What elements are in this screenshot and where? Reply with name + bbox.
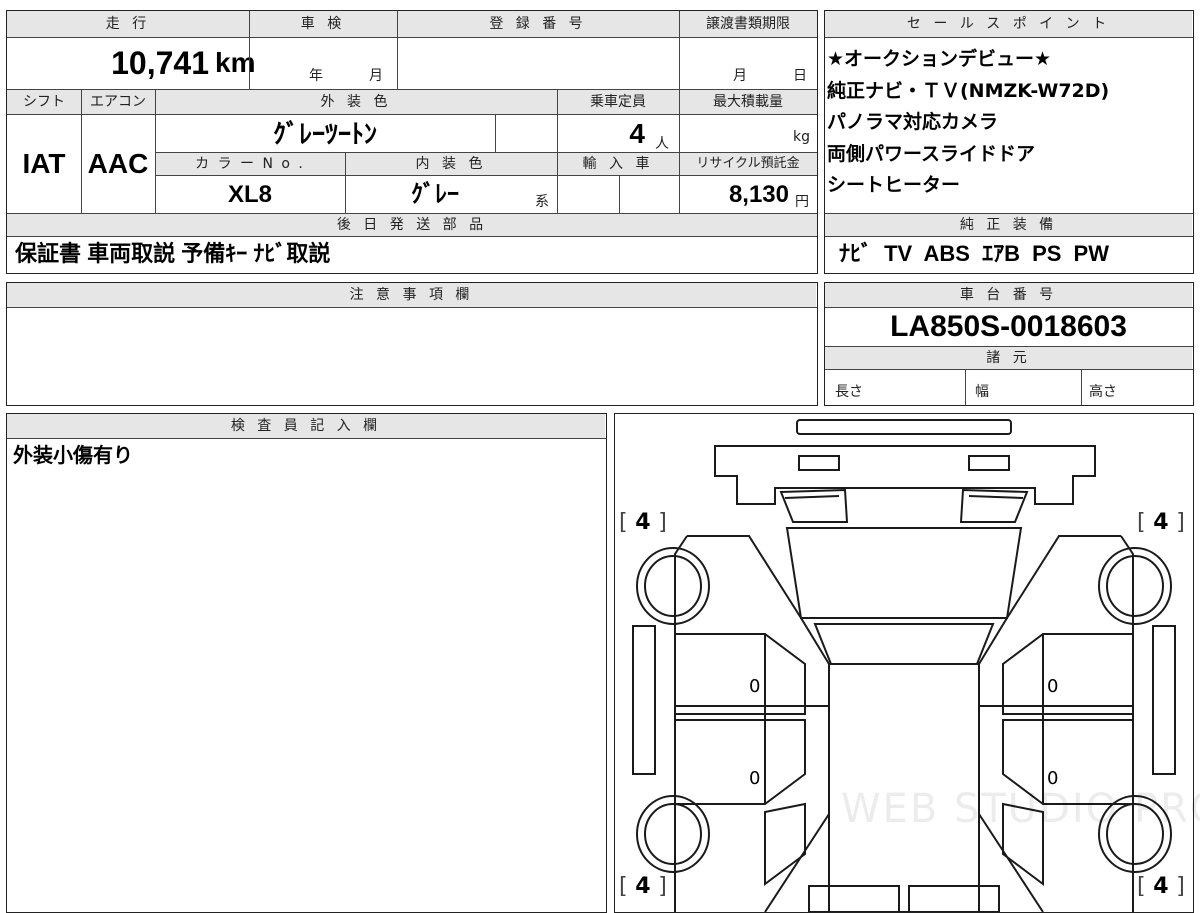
mileage-unit: km [215,47,256,78]
chassis-panel: 車 台 番 号 LA850S-0018603 諸 元 長さ 幅 高さ [824,282,1194,406]
shift-header: シフト [7,90,81,114]
capacity-unit: 人 [655,136,669,152]
watermark: WEB STUDIO PRO [841,786,1200,832]
tire-count-rear-left: 4 [635,874,651,899]
inspection-month-label: 月 [369,68,383,84]
recycle-header: リサイクル預託金 [679,153,817,175]
specs-header: 諸 元 [825,347,1192,369]
bracket-open: [ [619,874,628,899]
bracket-close: ] [658,874,667,899]
color-no-header: カ ラ ー N o . [155,153,345,175]
bracket-close: ] [1176,874,1185,899]
tire-label-rear-right: [ 4 ] [1137,874,1185,899]
later-parts-header: 後 日 発 送 部 品 [7,214,817,236]
sales-point-item: シートヒーター [827,174,961,196]
transfer-deadline-header: 譲渡書類期限 [679,11,817,37]
car-diagram [632,419,1176,912]
bracket-close: ] [658,510,667,535]
bracket-open: [ [1137,510,1146,535]
registration-header: 登 録 番 号 [397,11,679,37]
standard-equipment-header: 純 正 装 備 [825,214,1192,236]
inspection-header: 車 検 [249,11,397,37]
tire-count-rear-right: 4 [1153,874,1169,899]
later-parts-value: 保証書 車両取説 予備ｷｰ ﾅﾋﾞ取説 [15,241,331,266]
aircon-value: AAC [87,148,149,179]
tire-label-rear-left: [ 4 ] [619,874,667,899]
chassis-number-value: LA850S-0018603 [890,310,1127,343]
shift-value: IAT [22,148,66,179]
mileage-header: 走 行 [7,11,249,37]
sales-points-panel: セ ー ル ス ポ イ ン ト ★オークションデビュー★ 純正ナビ・ＴＶ(NMZ… [824,10,1194,274]
capacity-value: 4 [629,118,645,149]
notes-panel: 注 意 事 項 欄 [6,282,818,406]
panel-mark-right-front: 0 [1047,676,1059,697]
max-load-unit: kg [793,129,810,145]
tire-count-front-left: 4 [635,510,651,535]
panel-mark-left-front: 0 [749,676,761,697]
sales-point-item: ★オークションデビュー★ [827,48,1052,70]
bracket-close: ] [1176,510,1185,535]
interior-color-header: 内 装 色 [345,153,557,175]
interior-color-value: ｸﾞﾚｰ [411,181,459,208]
sales-points-list: ★オークションデビュー★ 純正ナビ・ＴＶ(NMZK-W72D) パノラマ対応カメ… [827,44,1187,202]
color-no-value: XL8 [227,181,272,208]
standard-equipment-value: ﾅﾋﾞ TV ABS ｴｱB PS PW [839,241,1109,266]
notes-header: 注 意 事 項 欄 [7,283,816,307]
transfer-day-label: 日 [793,68,807,84]
recycle-value: 8,130 [728,181,789,208]
panel-mark-left-rear: 0 [749,768,761,789]
car-diagram-panel: [ 4 ] [ 4 ] [ 4 ] [ 4 ] 0 0 0 0 WEB STUD… [614,413,1200,913]
sales-point-item: パノラマ対応カメラ [827,111,999,133]
inspection-year-label: 年 [309,68,323,84]
bracket-open: [ [1137,874,1146,899]
length-label: 長さ [835,384,863,400]
chassis-number-header: 車 台 番 号 [825,283,1192,307]
import-header: 輸 入 車 [557,153,679,175]
exterior-color-value: ｸﾞﾚｰﾂｰﾄﾝ [272,119,377,149]
max-load-header: 最大積載量 [679,90,817,114]
interior-color-suffix: 系 [535,194,549,210]
sales-point-item: 両側パワースライドドア [827,142,1036,165]
mileage-value: 10,741 [111,45,209,81]
main-info-table: 走 行 車 検 登 録 番 号 譲渡書類期限 10,741 km 年 月 月 日… [6,10,818,274]
capacity-header: 乗車定員 [557,90,679,114]
width-label: 幅 [975,384,989,400]
tire-label-front-left: [ 4 ] [619,510,667,535]
sales-point-item: 純正ナビ・ＴＶ(NMZK-W72D) [827,79,1110,102]
bracket-open: [ [619,510,628,535]
inspector-header: 検 査 員 記 入 欄 [7,414,605,438]
transfer-month-label: 月 [733,68,747,84]
tire-label-front-right: [ 4 ] [1137,510,1185,535]
tire-count-front-right: 4 [1153,510,1169,535]
inspector-comment: 外装小傷有り [13,445,133,467]
sales-points-header: セ ー ル ス ポ イ ン ト [825,11,1192,37]
inspector-panel: 検 査 員 記 入 欄 外装小傷有り [6,413,607,913]
height-label: 高さ [1089,384,1117,400]
recycle-unit: 円 [795,194,809,210]
exterior-color-header: 外 装 色 [155,90,557,114]
aircon-header: エアコン [81,90,155,114]
